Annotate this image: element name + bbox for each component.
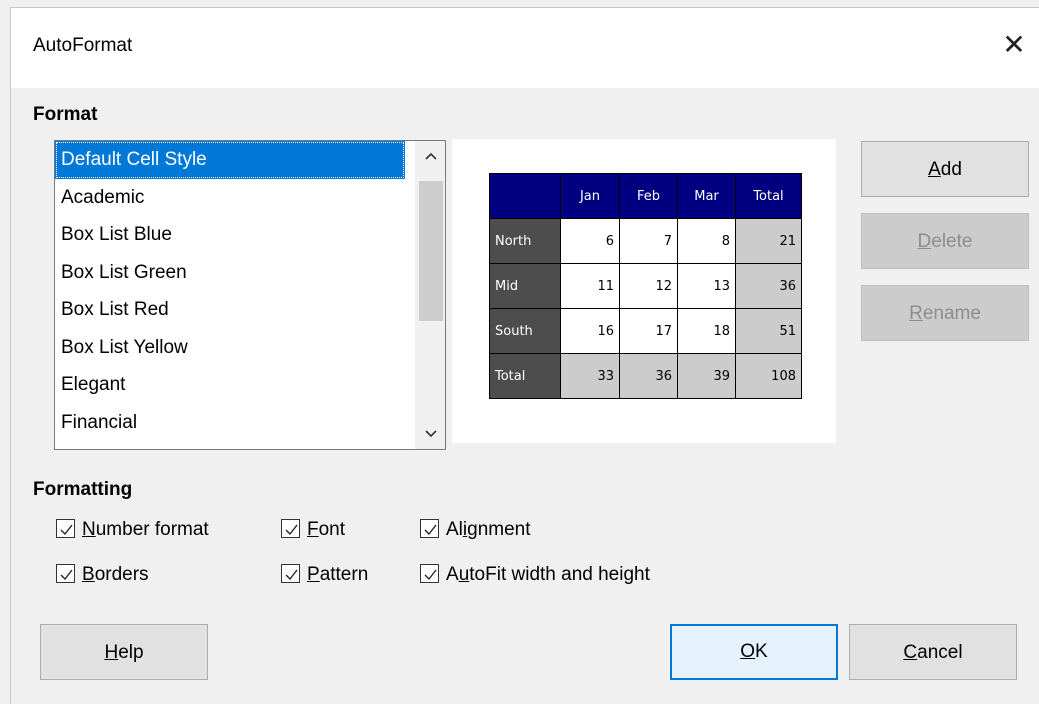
preview-total-cell: 51: [735, 308, 802, 354]
preview-cell: 39: [677, 353, 736, 399]
preview-column-header: Total: [735, 173, 802, 219]
preview-row: Mid 11 12 13 36: [489, 263, 802, 309]
close-icon[interactable]: ✕: [1001, 30, 1027, 60]
format-list-item[interactable]: Elegant: [55, 366, 405, 404]
preview-row: North 6 7 8 21: [489, 218, 802, 264]
ok-button[interactable]: OK: [670, 624, 838, 680]
checkmark-icon: [281, 519, 300, 538]
preview-cell: 12: [619, 263, 678, 309]
format-section-label: Format: [33, 104, 98, 125]
borders-checkbox[interactable]: Borders: [56, 562, 149, 588]
pattern-checkbox[interactable]: Pattern: [281, 562, 368, 588]
preview-cell: 16: [560, 308, 620, 354]
preview-row-header: Mid: [489, 263, 561, 309]
preview-cell: 17: [619, 308, 678, 354]
preview-column-header: Feb: [619, 173, 678, 219]
preview-row-header: South: [489, 308, 561, 354]
preview-row: South 16 17 18 51: [489, 308, 802, 354]
format-list-item[interactable]: Box List Green: [55, 254, 405, 292]
preview-total-cell: 21: [735, 218, 802, 264]
preview-table: Jan Feb Mar Total North 6 7 8 21 Mid 11 12 13 36 South…: [489, 173, 802, 399]
font-checkbox[interactable]: Font: [281, 517, 345, 543]
preview-column-header: Jan: [560, 173, 620, 219]
preview-row-header: Total: [489, 353, 561, 399]
preview-column-header: Mar: [677, 173, 736, 219]
preview-cell: 33: [560, 353, 620, 399]
checkmark-icon: [281, 564, 300, 583]
preview-total-cell: 36: [735, 263, 802, 309]
preview-row: Total 33 36 39 108: [489, 353, 802, 399]
checkmark-icon: [56, 519, 75, 538]
format-list-item[interactable]: Box List Red: [55, 291, 405, 329]
preview-cell: 8: [677, 218, 736, 264]
preview-total-cell: 108: [735, 353, 802, 399]
list-scrollbar[interactable]: [415, 141, 445, 449]
add-button[interactable]: Add: [861, 141, 1029, 197]
format-listbox[interactable]: Default Cell Style Academic Box List Blue B…: [54, 140, 446, 450]
checkmark-icon: [56, 564, 75, 583]
preview-cell: 36: [619, 353, 678, 399]
format-list-item[interactable]: Default Cell Style: [55, 141, 405, 179]
delete-button[interactable]: Delete: [861, 213, 1029, 269]
preview-corner-cell: [489, 173, 561, 219]
format-preview: Jan Feb Mar Total North 6 7 8 21 Mid 11 12 13 36 South…: [452, 139, 836, 443]
number-format-checkbox[interactable]: Number format: [56, 517, 209, 543]
scroll-up-icon[interactable]: [416, 141, 445, 171]
format-list-item[interactable]: Academic: [55, 179, 405, 217]
checkmark-icon: [420, 519, 439, 538]
format-list-item[interactable]: Box List Yellow: [55, 329, 405, 367]
format-list-items: Default Cell Style Academic Box List Blue B…: [55, 141, 445, 441]
rename-button[interactable]: Rename: [861, 285, 1029, 341]
scroll-thumb[interactable]: [419, 181, 443, 321]
preview-cell: 18: [677, 308, 736, 354]
help-button[interactable]: Help: [40, 624, 208, 680]
preview-cell: 11: [560, 263, 620, 309]
formatting-section-label: Formatting: [33, 479, 133, 500]
title-bar: AutoFormat ✕: [11, 8, 1039, 88]
alignment-checkbox[interactable]: Alignment: [420, 517, 531, 543]
preview-row-header: North: [489, 218, 561, 264]
checkmark-icon: [420, 564, 439, 583]
dialog-title: AutoFormat: [33, 35, 133, 56]
preview-cell: 6: [560, 218, 620, 264]
preview-header-row: Jan Feb Mar Total: [489, 173, 802, 219]
preview-cell: 7: [619, 218, 678, 264]
preview-cell: 13: [677, 263, 736, 309]
cancel-button[interactable]: Cancel: [849, 624, 1017, 680]
format-list-item[interactable]: Financial: [55, 404, 405, 442]
autofit-checkbox[interactable]: AutoFit width and height: [420, 562, 650, 588]
scroll-down-icon[interactable]: [416, 419, 445, 449]
format-list-item[interactable]: Box List Blue: [55, 216, 405, 254]
autoformat-dialog: AutoFormat ✕ Format Default Cell Style Ac…: [10, 7, 1039, 704]
